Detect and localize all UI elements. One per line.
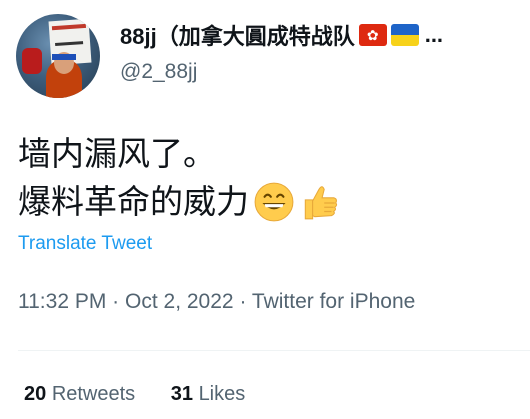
likes-stat[interactable]: 31 Likes xyxy=(171,383,246,405)
author-handle[interactable]: @2_88jj xyxy=(120,60,197,84)
likes-label: Likes xyxy=(198,383,246,405)
tweet-source[interactable]: Twitter for iPhone xyxy=(252,290,415,313)
author-display-name[interactable]: 88jj（加拿大圓成特战队 xyxy=(120,19,355,51)
avatar-background-detail xyxy=(22,48,42,74)
avatar-headband xyxy=(52,54,76,60)
thumbs-up-icon xyxy=(304,186,338,220)
tweet-text: 墙内漏风了。 爆料革命的威力 xyxy=(18,130,518,226)
meta-separator: · xyxy=(112,290,120,313)
avatar[interactable] xyxy=(16,14,100,98)
tweet-line-1: 墙内漏风了。 xyxy=(18,130,518,178)
tweet-line-2-text: 爆料革命的威力 xyxy=(18,182,249,221)
meta-separator: · xyxy=(239,290,247,313)
retweets-stat[interactable]: 20 Retweets xyxy=(24,383,141,405)
ukraine-flag-icon xyxy=(390,24,419,46)
tweet-stats: 20 Retweets 31 Likes xyxy=(24,383,245,406)
tweet-meta: 11:32 PM · Oct 2, 2022 · Twitter for iPh… xyxy=(18,290,415,314)
translate-tweet-link[interactable]: Translate Tweet xyxy=(18,233,152,255)
tweet-time[interactable]: 11:32 PM xyxy=(18,290,106,313)
likes-count: 31 xyxy=(170,383,193,405)
retweets-count: 20 xyxy=(24,383,47,405)
tweet-date[interactable]: Oct 2, 2022 xyxy=(125,290,234,313)
name-truncation: ... xyxy=(424,22,444,47)
tweet-line-1-text: 墙内漏风了。 xyxy=(18,134,216,173)
divider xyxy=(18,350,530,351)
tweet-line-2: 爆料革命的威力 xyxy=(18,178,518,226)
hong-kong-flag-icon: ✿ xyxy=(358,24,387,46)
author-name-row[interactable]: 88jj（加拿大圓成特战队 ✿ ... xyxy=(120,20,443,50)
grinning-face-icon xyxy=(254,182,294,222)
retweets-label: Retweets xyxy=(51,383,136,405)
